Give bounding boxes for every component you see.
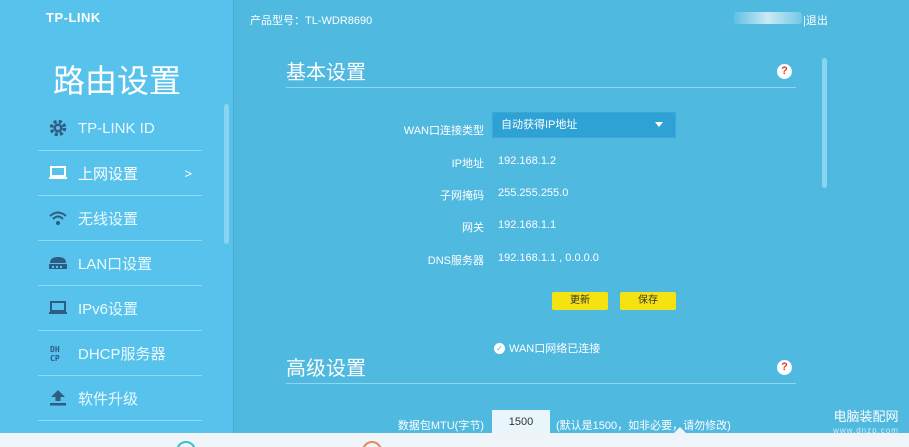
sidebar-item-lan[interactable]: LAN口设置	[38, 241, 202, 286]
gateway-label: 网关	[462, 222, 484, 234]
sidebar: TP-LINK 路由设置 TP-LINK ID 上网设置 > 无线设置 LAN口…	[0, 0, 234, 447]
sidebar-item-wireless[interactable]: 无线设置	[38, 196, 202, 241]
ip-value: 192.168.1.2	[498, 155, 557, 167]
mask-row: 子网掩码 255.255.255.0	[286, 184, 796, 204]
sidebar-item-label: 无线设置	[78, 210, 139, 228]
wan-type-row: WAN口连接类型 自动获得IP地址	[286, 112, 796, 139]
sidebar-item-label: IPv6设置	[78, 300, 139, 318]
upload-icon	[46, 386, 70, 410]
wifi-icon	[46, 206, 70, 230]
gear-icon	[46, 116, 70, 140]
product-model: 产品型号：TL-WDR8690	[250, 15, 373, 27]
chevron-right-icon: >	[184, 165, 192, 181]
dns-row: DNS服务器 192.168.1.1 , 0.0.0.0	[286, 249, 796, 269]
sidebar-item-label: 上网设置	[78, 165, 139, 183]
bottom-bar	[0, 433, 909, 447]
top-bar: 产品型号：TL-WDR8690 |退出	[234, 0, 909, 36]
wan-type-select[interactable]: 自动获得IP地址	[492, 112, 676, 138]
watermark-url: www.dnzp.com	[833, 426, 899, 435]
refresh-button[interactable]: 更新	[552, 292, 608, 310]
watermark: 电脑装配网 www.dnzp.com	[826, 410, 906, 438]
sidebar-item-ipv6[interactable]: IPv6设置	[38, 286, 202, 331]
sidebar-menu: TP-LINK ID 上网设置 > 无线设置 LAN口设置 IPv6设置 DH …	[38, 106, 202, 421]
sidebar-item-upgrade[interactable]: 软件升级	[38, 376, 202, 421]
caret-down-icon	[655, 122, 663, 127]
sidebar-title: 路由设置	[52, 62, 181, 100]
mtu-label: 数据包MTU(字节)	[397, 420, 484, 432]
sidebar-item-label: TP-LINK ID	[78, 119, 155, 137]
wan-type-label: WAN口连接类型	[403, 125, 484, 137]
svg-text:DH: DH	[50, 345, 60, 354]
watermark-title: 电脑装配网	[833, 409, 899, 424]
mask-value: 255.255.255.0	[498, 187, 569, 199]
dhcp-icon: DH CP	[46, 341, 70, 365]
wan-type-value: 自动获得IP地址	[501, 119, 578, 131]
sidebar-item-label: 软件升级	[78, 390, 139, 408]
dns-value: 192.168.1.1 , 0.0.0.0	[498, 252, 599, 264]
tp-link-logo: TP-LINK	[46, 10, 101, 25]
main-content: 基本设置 ? WAN口连接类型 自动获得IP地址 IP地址 192.168.1.…	[234, 36, 909, 447]
gateway-value: 192.168.1.1	[498, 219, 557, 231]
lan-icon	[46, 251, 70, 275]
mtu-input[interactable]	[492, 410, 550, 434]
main-scrollbar[interactable]	[822, 58, 827, 188]
sidebar-item-tplink-id[interactable]: TP-LINK ID	[38, 106, 202, 151]
sidebar-scrollbar[interactable]	[224, 104, 229, 244]
ip-label: IP地址	[451, 158, 484, 170]
section-title: 高级设置	[286, 358, 366, 380]
logout-link[interactable]: |退出	[803, 12, 828, 28]
help-icon[interactable]: ?	[777, 360, 792, 375]
sidebar-item-label: LAN口设置	[78, 255, 153, 273]
dns-label: DNS服务器	[427, 255, 484, 267]
laptop-icon	[46, 296, 70, 320]
advanced-settings-header: 高级设置 ?	[286, 332, 796, 384]
sidebar-item-label: DHCP服务器	[78, 345, 166, 363]
bottom-notch	[673, 427, 687, 434]
ip-row: IP地址 192.168.1.2	[286, 152, 796, 172]
basic-settings-header: 基本设置 ?	[286, 36, 796, 88]
sidebar-item-internet[interactable]: 上网设置 >	[38, 151, 202, 196]
username-redacted	[734, 12, 802, 24]
sidebar-item-dhcp[interactable]: DH CP DHCP服务器	[38, 331, 202, 376]
save-button[interactable]: 保存	[620, 292, 676, 310]
mtu-hint: (默认是1500，如非必要，请勿修改)	[556, 420, 731, 432]
section-title: 基本设置	[286, 62, 366, 84]
laptop-icon	[46, 161, 70, 185]
svg-text:CP: CP	[50, 354, 60, 363]
mask-label: 子网掩码	[440, 190, 484, 202]
mtu-row: 数据包MTU(字节) (默认是1500，如非必要，请勿修改)	[286, 410, 796, 434]
gateway-row: 网关 192.168.1.1	[286, 216, 796, 236]
help-icon[interactable]: ?	[777, 64, 792, 79]
